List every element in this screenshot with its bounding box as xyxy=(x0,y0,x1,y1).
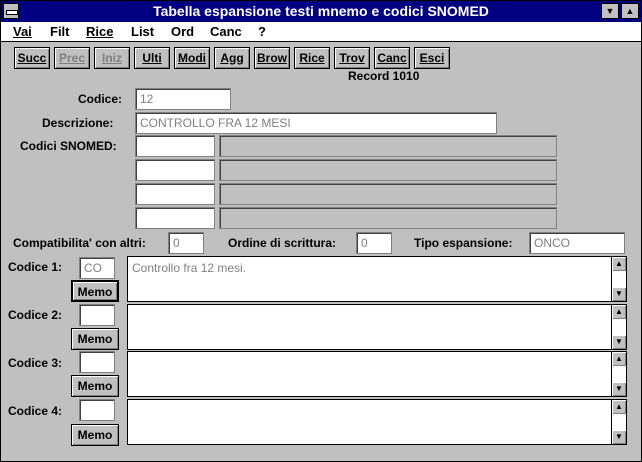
memo-4-textarea[interactable]: ▲ ▼ xyxy=(127,399,627,445)
agg-button[interactable]: Agg xyxy=(214,47,250,69)
snomed-desc-field xyxy=(219,159,557,181)
title-bar: Tabella espansione testi mnemo e codici … xyxy=(1,1,641,22)
menu-canc[interactable]: Canc xyxy=(210,24,242,39)
scroll-up-icon[interactable]: ▲ xyxy=(612,305,626,319)
ordine-field[interactable]: 0 xyxy=(356,232,392,254)
menu-ord[interactable]: Ord xyxy=(171,24,194,39)
memo-1-text: Controllo fra 12 mesi. xyxy=(132,261,247,275)
snomed-desc-field xyxy=(219,135,557,157)
menu-help[interactable]: ? xyxy=(258,24,266,39)
main-window: Tabella espansione testi mnemo e codici … xyxy=(0,0,642,462)
menu-filt[interactable]: Filt xyxy=(50,24,70,39)
minimize-button[interactable]: ▼ xyxy=(601,3,619,19)
brow-button[interactable]: Brow xyxy=(254,47,290,69)
tipo-espansione-label: Tipo espansione: xyxy=(414,236,513,250)
compatibilita-label: Compatibilita' con altri: xyxy=(13,236,146,250)
snomed-code-field[interactable] xyxy=(135,135,215,157)
codice-2-label: Codice 2: xyxy=(8,308,63,322)
scroll-down-icon[interactable]: ▼ xyxy=(612,382,626,396)
descrizione-field[interactable]: CONTROLLO FRA 12 MESI xyxy=(135,112,497,134)
scroll-up-icon[interactable]: ▲ xyxy=(612,352,626,366)
memo-4-button[interactable]: Memo xyxy=(71,424,119,446)
menu-vai[interactable]: Vai xyxy=(13,24,32,39)
rice-button[interactable]: Rice xyxy=(294,47,330,69)
descrizione-label: Descrizione: xyxy=(42,116,114,130)
modi-button[interactable]: Modi xyxy=(174,47,210,69)
memo-1-textarea[interactable]: Controllo fra 12 mesi. ▲ ▼ xyxy=(127,256,627,302)
memo-3-button[interactable]: Memo xyxy=(71,375,119,397)
codice-3-field[interactable] xyxy=(79,351,115,373)
scroll-down-icon[interactable]: ▼ xyxy=(612,335,626,349)
snomed-code-field[interactable] xyxy=(135,207,215,229)
codice-2-field[interactable] xyxy=(79,304,115,326)
memo-4-scrollbar[interactable]: ▲ ▼ xyxy=(611,400,626,444)
menu-list[interactable]: List xyxy=(131,24,154,39)
menu-ricerca[interactable]: Rice xyxy=(86,24,113,39)
snomed-code-field[interactable] xyxy=(135,159,215,181)
memo-1-button[interactable]: Memo xyxy=(71,280,119,302)
iniz-button[interactable]: Iniz xyxy=(94,47,130,69)
codice-4-field[interactable] xyxy=(79,399,115,421)
snomed-desc-field xyxy=(219,183,557,205)
memo-3-textarea[interactable]: ▲ ▼ xyxy=(127,351,627,397)
codice-field[interactable]: 12 xyxy=(135,88,231,110)
prec-button[interactable]: Prec xyxy=(54,47,90,69)
snomed-desc-field xyxy=(219,207,557,229)
up-arrow-icon: ▲ xyxy=(625,6,635,16)
esci-button[interactable]: Esci xyxy=(414,47,450,69)
scroll-up-icon[interactable]: ▲ xyxy=(612,257,626,271)
codice-1-field[interactable]: CO xyxy=(79,257,115,279)
scroll-down-icon[interactable]: ▼ xyxy=(612,287,626,301)
codice-3-label: Codice 3: xyxy=(8,356,63,370)
memo-2-scrollbar[interactable]: ▲ ▼ xyxy=(611,305,626,349)
snomed-code-field[interactable] xyxy=(135,183,215,205)
memo-2-button[interactable]: Memo xyxy=(71,328,119,350)
scroll-down-icon[interactable]: ▼ xyxy=(612,430,626,444)
record-indicator: Record 1010 xyxy=(348,69,420,83)
window-title: Tabella espansione testi mnemo e codici … xyxy=(153,3,489,19)
scroll-up-icon[interactable]: ▲ xyxy=(612,400,626,414)
memo-1-scrollbar[interactable]: ▲ ▼ xyxy=(611,257,626,301)
down-arrow-icon: ▼ xyxy=(605,6,615,16)
memo-2-textarea[interactable]: ▲ ▼ xyxy=(127,304,627,350)
ulti-button[interactable]: Ulti xyxy=(134,47,170,69)
codice-label: Codice: xyxy=(78,92,123,106)
snomed-label: Codici SNOMED: xyxy=(20,139,117,153)
memo-3-scrollbar[interactable]: ▲ ▼ xyxy=(611,352,626,396)
menu-bar: Vai Filt Rice List Ord Canc ? xyxy=(1,22,641,42)
trov-button[interactable]: Trov xyxy=(334,47,370,69)
succ-button[interactable]: Succ xyxy=(14,47,50,69)
codice-1-label: Codice 1: xyxy=(8,260,63,274)
canc-button[interactable]: Canc xyxy=(374,47,410,69)
compatibilita-field[interactable]: 0 xyxy=(168,232,204,254)
tipo-espansione-field[interactable]: ONCO xyxy=(529,232,625,254)
ordine-label: Ordine di scrittura: xyxy=(228,236,337,250)
maximize-button[interactable]: ▲ xyxy=(621,3,639,19)
codice-4-label: Codice 4: xyxy=(8,404,63,418)
